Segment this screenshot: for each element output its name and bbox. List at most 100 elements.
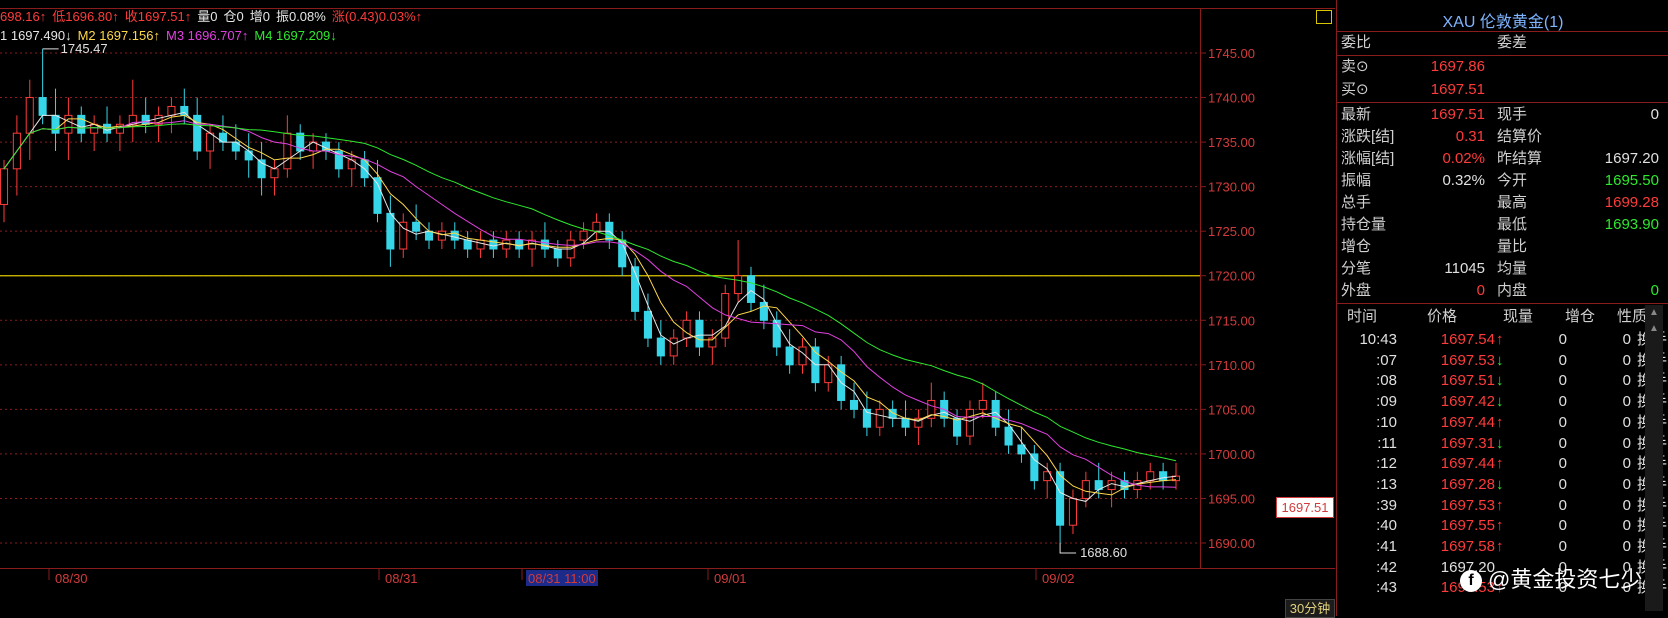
candle-body [579,230,588,241]
candle-body [965,408,974,437]
candle-body [669,337,678,357]
y-tick-label: 1720.00 [1208,269,1255,284]
candle-body [25,97,34,134]
candle-body [643,310,652,339]
candle-body [270,168,279,179]
tick-price: 1697.54 [1440,331,1495,348]
candle-body [1004,426,1013,446]
candle-body [875,408,884,428]
low-value: 低1696.80↑ [52,9,119,24]
candle-body [798,346,807,366]
tick-row[interactable]: :081697.51↓00换手 [1337,370,1668,392]
tick-row[interactable]: :071697.53↓00换手 [1337,350,1668,372]
quote-row: 涨跌[结] 0.31 结算价 [1337,126,1668,148]
candle-body [424,230,434,241]
candle-body [1030,453,1039,482]
candlestick-chart[interactable]: 1745.00 1740.00 1735.00 1730.00 1725.00 1720.… [0,0,1335,618]
quote-panel: XAU 伦敦黄金(1) 委比 委差 卖⊙ 1697.86 买⊙ 1697.51 … [1336,0,1668,616]
candle-body [1068,497,1078,526]
scroll-up-icon[interactable]: ▲ [1647,306,1661,320]
candle-body [206,132,215,152]
tick-row[interactable]: :391697.53↑00换手 [1337,495,1668,517]
ma-info-row: 1 1697.490↓ M2 1697.156↑ M3 1696.707↑ M4 16… [0,27,343,45]
quote-label: 最低 [1497,216,1528,233]
tick-row[interactable]: :091697.42↓00换手 [1337,391,1668,413]
candle-body [437,230,446,241]
divider [1337,102,1668,103]
chart-bottom-border [0,568,1335,569]
tick-oi: 0 [1622,434,1631,452]
candle-body [785,346,794,366]
quote-label: 最高 [1497,194,1528,211]
quote-label: 量比 [1497,238,1528,255]
col-oi-header: 增仓 [1565,308,1596,325]
tick-row[interactable]: :111697.31↓00换手 [1337,433,1668,455]
buy-row: 买⊙ 1697.51 [1337,79,1668,101]
quote-label: 振幅 [1341,172,1372,189]
quote-row: 持仓量 最低 1693.90 [1337,214,1668,236]
quote-label: 今开 [1497,172,1528,189]
low-marker-line [1059,543,1077,554]
tick-time: :43 [1376,579,1397,597]
tick-price: 1697.28 [1440,475,1495,493]
period-button[interactable]: 30分钟 [1285,599,1335,618]
quote-label: 分笔 [1341,260,1372,277]
candle-body [502,239,511,250]
tick-volume: 0 [1558,434,1567,452]
tick-row[interactable]: :101697.44↑00换手 [1337,412,1668,434]
buy-label: 买⊙ [1341,81,1369,98]
tick-row[interactable]: 10:431697.54↑00换手 [1337,329,1668,351]
quote-label: 结算价 [1497,128,1543,145]
tick-arrow: ↑ [1496,455,1504,473]
last-price-tag: 1697.51 [1276,497,1334,518]
tick-time: :08 [1376,372,1397,390]
quote-row: 最新 1697.51 现手 0 [1337,104,1668,126]
weibi-label: 委比 [1341,34,1372,51]
quote-label: 增仓 [1341,238,1372,255]
quote-row: 涨幅[结] 0.02% 昨结算 1697.20 [1337,148,1668,170]
tick-time: :12 [1376,455,1397,473]
candle-body [283,132,292,170]
tick-time: :10 [1376,413,1397,431]
tick-volume: 0 [1558,517,1567,535]
tick-arrow: ↑ [1496,413,1504,431]
candle-body [1146,471,1155,482]
candle-body [978,399,987,410]
y-tick-label: 1710.00 [1208,358,1255,373]
tick-arrow: ↓ [1496,393,1504,411]
candle-body [0,168,9,205]
open-interest-value: 仓0 [223,9,244,24]
tick-row[interactable]: :401697.55↑00换手 [1337,515,1668,537]
tick-arrow: ↑ [1496,496,1504,514]
tick-row[interactable]: :131697.28↓00换手 [1337,474,1668,496]
volume-value: 量0 [197,9,218,24]
tick-oi: 0 [1622,517,1631,535]
tick-price: 1697.42 [1440,393,1495,411]
tick-price: 1697.44 [1440,455,1495,473]
chart-svg[interactable]: 1745.00 1740.00 1735.00 1730.00 1725.00 1720.… [0,0,1335,616]
layout-toggle-icon[interactable] [1316,10,1332,24]
candle-body [399,221,408,250]
quote-value: 0.31 [1455,128,1485,145]
social-logo-icon: f [1460,570,1482,593]
sell-row: 卖⊙ 1697.86 [1337,56,1668,78]
tick-time: 10:43 [1359,331,1397,348]
ma3-value: M3 1696.707↑ [165,28,249,43]
tick-time: :42 [1376,558,1397,576]
scroll-up-icon[interactable]: ▲ [1647,322,1661,336]
tick-volume: 0 [1558,538,1567,555]
ohlc-info-row: 698.16↑ 低1696.80↑ 收1697.51↑ 量0 仓0 增0 振0.08% 涨(0… [0,8,428,26]
tick-row[interactable]: :121697.44↑00换手 [1337,453,1668,475]
y-tick-label: 1700.00 [1208,447,1255,462]
tick-arrow: ↑ [1496,517,1504,535]
candle-body [553,248,562,259]
change-value: 涨(0.43)0.03%↑ [331,9,423,24]
candle-body [746,275,756,303]
tick-row[interactable]: :411697.58↑00换手 [1337,536,1668,558]
tick-list-scrollbar[interactable] [1645,305,1663,611]
tick-arrow: ↓ [1496,372,1504,390]
candle-body [412,221,421,232]
instrument-title[interactable]: XAU 伦敦黄金(1) [1337,8,1668,32]
col-time-header: 时间 [1347,308,1378,325]
tick-price: 1697.51 [1440,372,1495,390]
